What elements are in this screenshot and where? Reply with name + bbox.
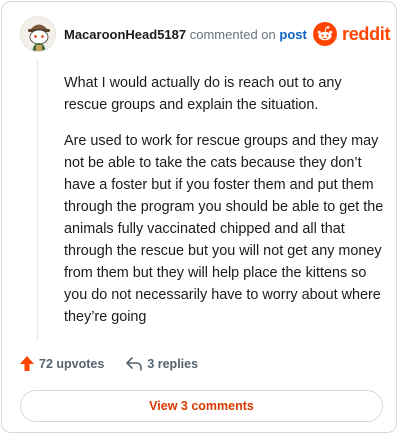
upvotes-count: 72 upvotes (39, 356, 105, 371)
reply-arrow-icon (126, 356, 143, 371)
comment-paragraph: What I would actually do is reach out to… (64, 75, 342, 113)
snoo-avatar-icon (21, 17, 55, 51)
reddit-snoo-icon (313, 22, 337, 46)
upvote-arrow-icon (20, 356, 34, 371)
username[interactable]: MacaroonHead5187 (64, 27, 186, 42)
post-link[interactable]: post (279, 27, 306, 42)
comment-actions: 72 upvotes 3 replies (20, 356, 198, 371)
view-comments-button[interactable]: View 3 comments (20, 390, 383, 422)
comment-card: MacaroonHead5187 commented on post reddi… (1, 1, 397, 433)
thread-line (37, 60, 38, 340)
reddit-wordmark: reddit (342, 23, 391, 44)
comment-header: MacaroonHead5187 commented on post (64, 27, 307, 42)
comment-body: What I would actually do is reach out to… (64, 72, 386, 342)
replies-count: 3 replies (147, 356, 199, 371)
commented-on-text: commented on (189, 27, 276, 42)
comment-paragraph: Are used to work for rescue groups and t… (64, 133, 384, 325)
reddit-logo[interactable]: reddit (313, 22, 391, 46)
upvote-button[interactable]: 72 upvotes (20, 356, 104, 371)
user-avatar[interactable] (20, 16, 56, 52)
replies-button[interactable]: 3 replies (126, 357, 198, 371)
